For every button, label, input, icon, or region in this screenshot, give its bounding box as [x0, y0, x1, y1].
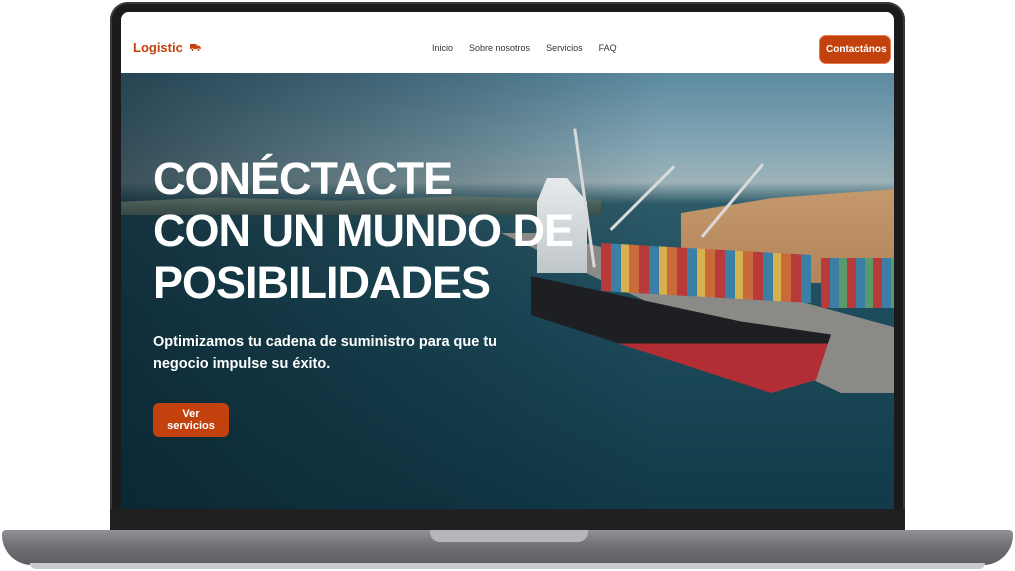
top-navbar: Logistic Inicio Sobre nosotros Servicios…: [121, 12, 894, 73]
website-screen: Logistic Inicio Sobre nosotros Servicios…: [121, 12, 894, 509]
main-menu: Inicio Sobre nosotros Servicios FAQ: [432, 43, 617, 53]
nav-link-inicio[interactable]: Inicio: [432, 43, 453, 53]
laptop-base-shadow: [30, 563, 985, 569]
logo-text: Logistic: [133, 40, 183, 55]
hero-subtitle: Optimizamos tu cadena de suministro para…: [153, 334, 498, 372]
laptop-opening-notch: [430, 530, 588, 542]
laptop-screen-chin: [110, 509, 905, 530]
contact-button[interactable]: Contactános: [820, 36, 890, 63]
hero-title: CONÉCTACTE CON UN MUNDO DE POSIBILIDADES: [153, 153, 574, 309]
view-services-button[interactable]: Ver servicios: [153, 403, 229, 437]
hero-title-line: CONÉCTACTE: [153, 153, 453, 204]
hero-title-line: CON UN MUNDO DE: [153, 205, 574, 256]
hero-title-line: POSIBILIDADES: [153, 257, 491, 308]
nav-link-servicios[interactable]: Servicios: [546, 43, 583, 53]
laptop-base: [2, 530, 1013, 565]
truck-icon: [190, 43, 202, 55]
hero-bg-crane: [609, 165, 676, 231]
nav-link-faq[interactable]: FAQ: [599, 43, 617, 53]
logo[interactable]: Logistic: [133, 40, 202, 55]
hero-section: CONÉCTACTE CON UN MUNDO DE POSIBILIDADES…: [121, 73, 894, 509]
hero-bg-containers-dock: [821, 258, 894, 308]
nav-link-sobre-nosotros[interactable]: Sobre nosotros: [469, 43, 530, 53]
